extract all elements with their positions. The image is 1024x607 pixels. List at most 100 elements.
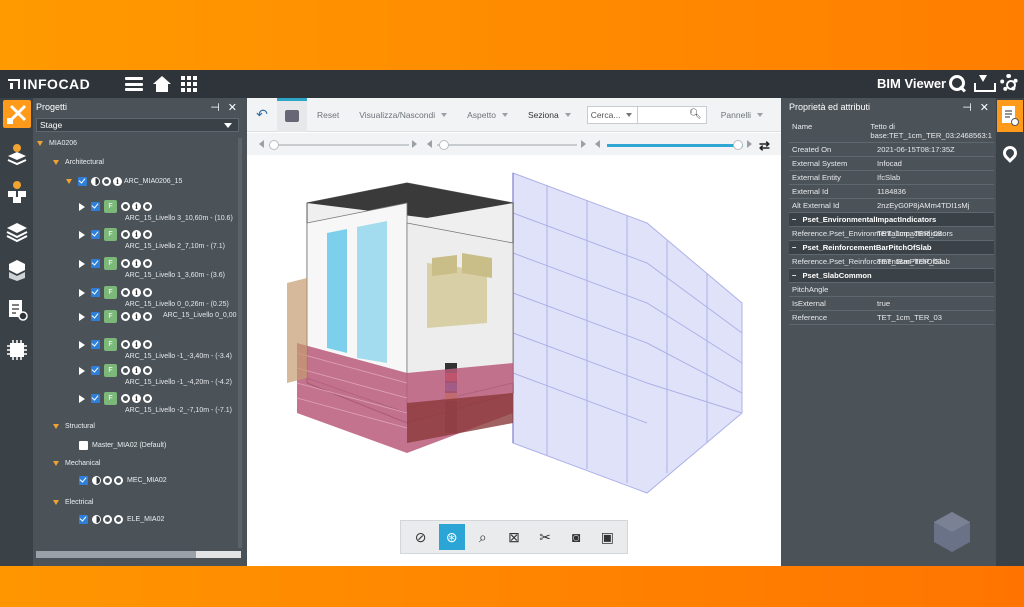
f-badge-icon[interactable]: F bbox=[104, 310, 117, 323]
expand-icon[interactable] bbox=[66, 179, 72, 184]
target-icon[interactable] bbox=[121, 259, 130, 268]
logo[interactable]: INFOCAD bbox=[8, 76, 90, 92]
measure-tools-icon[interactable]: ✂ bbox=[532, 524, 558, 550]
reset-button[interactable]: Reset bbox=[307, 110, 349, 120]
location-pin-icon[interactable] bbox=[1000, 143, 1020, 163]
user-layers-icon[interactable] bbox=[3, 140, 31, 168]
expand-icon[interactable] bbox=[79, 340, 85, 349]
close-icon[interactable]: ✕ bbox=[980, 101, 989, 114]
search-icon[interactable] bbox=[948, 73, 966, 93]
target-icon[interactable] bbox=[121, 288, 130, 297]
search-icon[interactable] bbox=[143, 312, 152, 321]
navigate-icon[interactable]: ⊛ bbox=[438, 524, 465, 550]
expand-icon[interactable] bbox=[79, 288, 85, 297]
tree-node-electrical-model[interactable]: ELE_MIA02 bbox=[79, 515, 164, 524]
section-menu[interactable]: Seziona bbox=[518, 110, 581, 120]
visibility-checkbox[interactable] bbox=[91, 230, 100, 239]
target-icon[interactable] bbox=[102, 177, 111, 186]
slider-right-arrow-icon[interactable] bbox=[747, 140, 752, 148]
visibility-checkbox[interactable] bbox=[91, 202, 100, 211]
visibility-checkbox[interactable] bbox=[91, 259, 100, 268]
visibility-checkbox[interactable] bbox=[91, 340, 100, 349]
horizontal-scrollbar[interactable] bbox=[36, 551, 241, 558]
search-icon[interactable] bbox=[143, 202, 152, 211]
back-icon[interactable]: ↶ bbox=[247, 98, 277, 132]
home-icon[interactable] bbox=[153, 76, 172, 92]
download-icon[interactable] bbox=[974, 73, 996, 93]
tree-node-level[interactable]: Fi bbox=[79, 338, 156, 351]
refresh-icon[interactable]: ⇄ bbox=[759, 138, 770, 154]
tools-icon[interactable] bbox=[3, 100, 31, 128]
tree-node-level[interactable]: Fi bbox=[79, 364, 156, 377]
tree-node-root[interactable]: MIA0206 bbox=[37, 140, 77, 147]
tree-node-structural-model[interactable]: Master_MIA02 (Default) bbox=[79, 441, 166, 450]
expand-icon[interactable] bbox=[79, 394, 85, 403]
slider-left-arrow-icon[interactable] bbox=[427, 140, 432, 148]
pin-icon[interactable]: ⊣ bbox=[962, 101, 972, 114]
zoom-icon[interactable]: ⌕ bbox=[470, 524, 496, 550]
pin-icon[interactable]: ⊣ bbox=[210, 101, 220, 114]
slider-right-arrow-icon[interactable] bbox=[412, 140, 417, 148]
document-settings-icon[interactable] bbox=[997, 100, 1023, 132]
contrast-icon[interactable] bbox=[91, 177, 100, 186]
tree-node-electrical[interactable]: Electrical bbox=[53, 499, 93, 506]
target-icon[interactable] bbox=[121, 202, 130, 211]
f-badge-icon[interactable]: F bbox=[104, 364, 117, 377]
target-icon[interactable] bbox=[121, 230, 130, 239]
target-icon[interactable] bbox=[121, 312, 130, 321]
section-slider-z[interactable] bbox=[607, 140, 743, 150]
expand-icon[interactable] bbox=[53, 424, 59, 429]
search-icon[interactable] bbox=[143, 288, 152, 297]
checklist-icon[interactable] bbox=[3, 296, 31, 324]
tree-node-mechanical[interactable]: Mechanical bbox=[53, 460, 100, 467]
close-icon[interactable]: ✕ bbox=[228, 101, 237, 114]
property-section-header[interactable]: − Pset_SlabCommon bbox=[789, 269, 994, 283]
stage-select[interactable]: Stage bbox=[36, 118, 239, 132]
info-icon[interactable]: i bbox=[132, 366, 141, 375]
f-badge-icon[interactable]: F bbox=[104, 200, 117, 213]
grid-icon[interactable] bbox=[181, 76, 198, 92]
search-icon[interactable] bbox=[143, 230, 152, 239]
f-badge-icon[interactable]: F bbox=[104, 257, 117, 270]
search-icon[interactable] bbox=[114, 515, 123, 524]
expand-icon[interactable] bbox=[79, 230, 85, 239]
slider-left-arrow-icon[interactable] bbox=[595, 140, 600, 148]
appearance-menu[interactable]: Aspetto bbox=[457, 110, 518, 120]
f-badge-icon[interactable]: F bbox=[104, 338, 117, 351]
expand-icon[interactable] bbox=[79, 202, 85, 211]
building-model[interactable] bbox=[287, 163, 747, 503]
gear-icon[interactable] bbox=[1000, 74, 1018, 92]
info-icon[interactable]: i bbox=[132, 394, 141, 403]
info-icon[interactable]: i bbox=[132, 230, 141, 239]
vertical-scrollbar[interactable] bbox=[238, 138, 242, 548]
chip-icon[interactable] bbox=[3, 336, 31, 364]
contrast-icon[interactable] bbox=[92, 515, 101, 524]
tree-node-level[interactable]: Fi bbox=[79, 286, 156, 299]
info-icon[interactable]: i bbox=[132, 340, 141, 349]
tree-node-level[interactable]: Fi bbox=[79, 257, 156, 270]
target-icon[interactable] bbox=[103, 476, 112, 485]
tree-node-arc-model[interactable]: i ARC_MIA0206_15 bbox=[66, 177, 182, 186]
panels-menu[interactable]: Pannelli bbox=[711, 110, 781, 120]
search-box[interactable]: Cerca... 🔍︎ bbox=[586, 105, 707, 124]
visibility-checkbox[interactable] bbox=[79, 441, 88, 450]
tree-node-level[interactable]: Fi bbox=[79, 310, 156, 323]
tree-node-level[interactable]: Fi bbox=[79, 392, 156, 405]
slider-right-arrow-icon[interactable] bbox=[581, 140, 586, 148]
layers-icon[interactable] bbox=[3, 218, 31, 246]
3d-viewer[interactable]: ↶ Reset Visualizza/Nascondi Aspetto Sezi… bbox=[247, 98, 781, 566]
info-icon[interactable]: i bbox=[132, 259, 141, 268]
search-icon[interactable] bbox=[114, 476, 123, 485]
tree-node-architectural[interactable]: Architectural bbox=[53, 159, 104, 166]
contrast-icon[interactable] bbox=[92, 476, 101, 485]
user-cubes-icon[interactable] bbox=[3, 178, 31, 206]
property-section-header[interactable]: − Pset_EnvironmentalImpactIndicators bbox=[789, 213, 994, 227]
tree-node-structural[interactable]: Structural bbox=[53, 423, 95, 430]
visibility-checkbox[interactable] bbox=[79, 515, 88, 524]
visibility-checkbox[interactable] bbox=[91, 288, 100, 297]
search-icon[interactable] bbox=[143, 366, 152, 375]
tree-node-mechanical-model[interactable]: MEC_MIA02 bbox=[79, 476, 167, 485]
expand-icon[interactable] bbox=[79, 312, 85, 321]
search-input[interactable]: 🔍︎ bbox=[638, 107, 706, 123]
excel-export-icon[interactable]: ⊠ bbox=[501, 524, 527, 550]
